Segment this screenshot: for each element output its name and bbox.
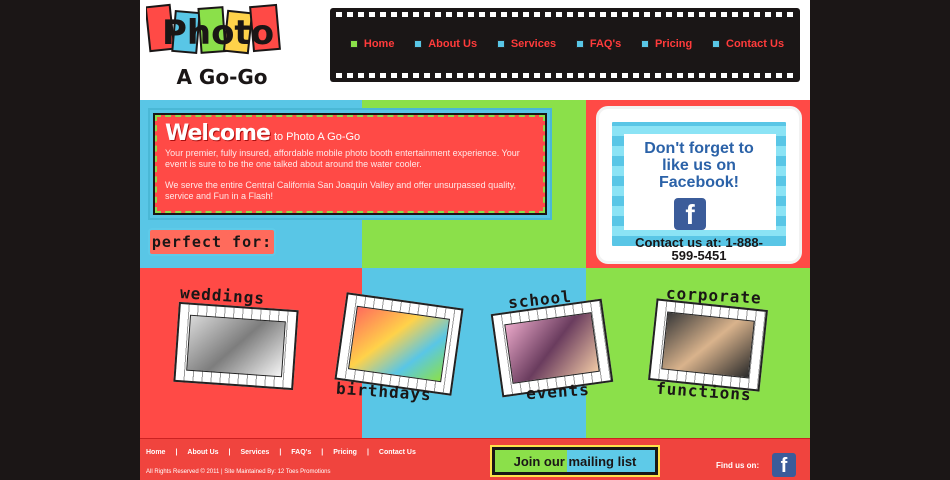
film-strip-bottom [336, 73, 794, 78]
footer-link-faqs[interactable]: FAQ's [291, 449, 311, 456]
nav-bullet-icon [496, 40, 505, 48]
footer-link-contact-us[interactable]: Contact Us [379, 449, 416, 456]
nav-services[interactable]: Services [496, 38, 556, 50]
nav-home[interactable]: Home [349, 38, 394, 50]
footer-link-services[interactable]: Services [241, 449, 270, 456]
nav-bullet-icon [712, 40, 720, 48]
copyright: All Rights Reserved © 2011 | Site Mainta… [146, 469, 331, 475]
nav-bullet-icon [575, 40, 584, 48]
nav-bullet-icon [349, 40, 358, 48]
footer-links: Home | About Us | Services | FAQ's | Pricing… [146, 449, 416, 456]
nav-contact-us[interactable]: Contact Us [712, 38, 784, 50]
photo-weddings[interactable] [173, 301, 299, 391]
footer-link-about-us[interactable]: About Us [187, 449, 218, 456]
logo[interactable]: Photo A Go-Go [146, 2, 296, 94]
nav-about-us[interactable]: About Us [414, 38, 477, 50]
perfect-for-label: perfect for: [148, 228, 276, 256]
svg-text:A Go-Go: A Go-Go [176, 65, 267, 89]
facebook-card[interactable]: Don't forget to like us on Facebook! f C… [596, 106, 802, 264]
nav-faqs[interactable]: FAQ's [575, 38, 621, 50]
contact-phone: Contact us at: 1-888-599-5451 [635, 235, 763, 263]
find-us-label: Find us on: [716, 461, 760, 470]
facebook-icon[interactable]: f [772, 453, 796, 477]
mailing-list-button[interactable]: Join our mailing list [492, 447, 658, 475]
footer-link-pricing[interactable]: Pricing [333, 449, 357, 456]
welcome-subheading: to Photo A Go-Go [273, 131, 361, 143]
nav-bullet-icon [640, 40, 649, 48]
nav-pricing[interactable]: Pricing [640, 38, 692, 50]
header: Photo A Go-Go Home About Us Services FAQ… [140, 0, 810, 100]
main-content: Welcome to Photo A Go-Go Your premier, f… [140, 100, 810, 438]
facebook-icon[interactable]: f [674, 198, 706, 230]
facebook-reminder: Don't forget to like us on Facebook! [644, 140, 754, 191]
welcome-paragraph-2: We serve the entire Central California S… [165, 180, 517, 201]
photo-corporate[interactable] [648, 298, 768, 392]
welcome-box: Welcome to Photo A Go-Go Your premier, f… [148, 108, 552, 220]
page: Photo A Go-Go Home About Us Services FAQ… [140, 0, 810, 480]
main-nav: Home About Us Services FAQ's Pricing Con… [330, 8, 800, 82]
welcome-title: Welcome to Photo A Go-Go [165, 121, 535, 146]
nav-bullet-icon [414, 40, 423, 48]
footer-link-home[interactable]: Home [146, 449, 165, 456]
welcome-heading: Welcome [165, 121, 271, 146]
film-strip-top [336, 12, 794, 17]
welcome-paragraph-1: Your premier, fully insured, affordable … [165, 148, 520, 169]
footer: Home | About Us | Services | FAQ's | Pricing… [140, 438, 810, 480]
svg-text:Photo: Photo [162, 13, 274, 53]
